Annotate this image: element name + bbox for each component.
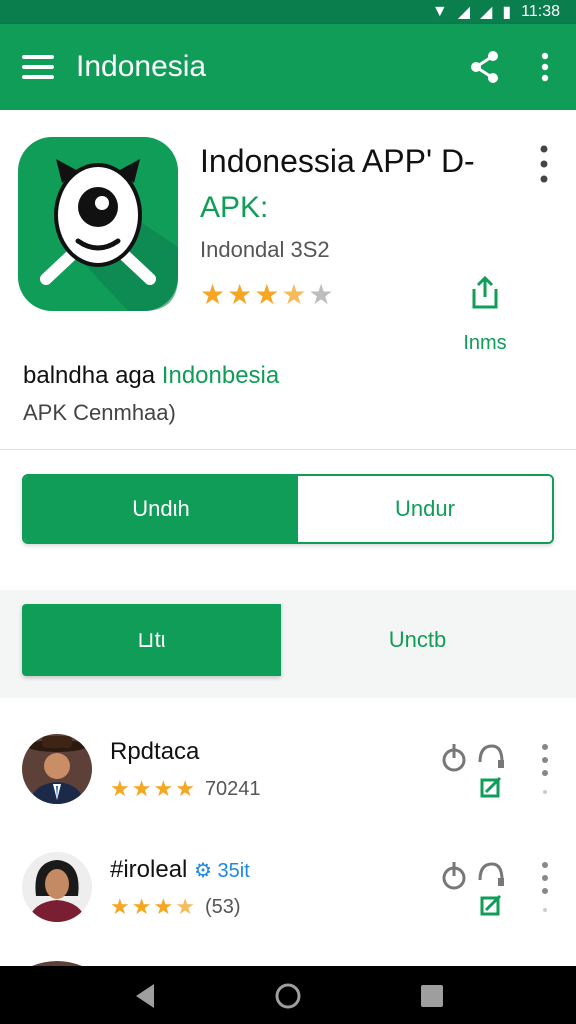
star-icon: ★ (281, 279, 307, 310)
description-line-2: APK Cenmhaa) (23, 400, 176, 425)
star-icon: ★ (200, 279, 226, 310)
more-vert-icon[interactable] (536, 143, 552, 185)
app-bar: Indonesia (0, 24, 576, 110)
battery-icon: ▮ (502, 4, 512, 21)
app-bar-title: Indonesia (76, 50, 207, 83)
system-nav-bar (0, 966, 576, 1024)
share-label: Inms (463, 332, 507, 354)
recents-icon[interactable] (416, 980, 448, 1012)
review-actions (442, 862, 504, 916)
description-highlight: Indonbesia (161, 362, 280, 389)
app-subtitle: APK: (200, 191, 269, 224)
upload-icon (472, 275, 498, 309)
star-icon: ★ (175, 776, 195, 801)
tab-secondary[interactable]: Unctb (281, 604, 554, 676)
app-rating: ★ ★ ★ ★ ★ (200, 278, 334, 311)
status-icons: ▼ ◢ ◢ ▮ 11:38 (432, 2, 560, 22)
wifi-icon: ▼ (431, 3, 448, 20)
status-bar: ▼ ◢ ◢ ▮ 11:38 (0, 0, 576, 24)
verified-badge: ⚙ 35it (194, 860, 250, 882)
divider (0, 449, 576, 450)
description-text: balndha aga (23, 362, 162, 389)
description-line-1: balndha aga Indonbesia (23, 360, 279, 392)
signal-icon: ◢ (457, 4, 471, 21)
menu-icon[interactable] (20, 49, 60, 85)
app-name: Indonessia APP' D- (200, 143, 475, 179)
reviewer-rating: ★ ★ ★ ★ (53) (110, 894, 241, 920)
star-icon: ★ (227, 279, 253, 310)
tab-primary[interactable]: ⊔tι (22, 604, 281, 676)
headset-icon[interactable] (478, 744, 504, 768)
star-icon: ★ (110, 776, 130, 801)
avatar-partial (32, 961, 82, 966)
edit-icon[interactable] (480, 894, 502, 916)
download-button[interactable]: Undιh (24, 476, 298, 542)
review-count: 70241 (204, 777, 261, 800)
home-icon[interactable] (272, 980, 304, 1012)
star-icon: ★ (175, 894, 195, 919)
undur-button[interactable]: Undur (298, 476, 552, 542)
app-header-section: Indonessia APP' D- APK: Indondal 3S2 ★ ★… (0, 110, 576, 450)
app-logo-icon (18, 137, 178, 311)
avatar[interactable] (22, 734, 92, 804)
download-toggle: Undιh Undur (22, 474, 554, 544)
more-vert-icon[interactable] (536, 734, 554, 794)
star-icon: ★ (110, 894, 130, 919)
headset-icon[interactable] (478, 862, 504, 886)
back-icon[interactable] (130, 980, 162, 1012)
review-item: Rpdtaca ★ ★ ★ ★ 70241 (0, 734, 576, 844)
reviewer-name-text: #iroleal (110, 856, 188, 883)
avatar[interactable] (22, 852, 92, 922)
dislike-icon[interactable] (442, 862, 466, 890)
review-count: (53) (204, 895, 241, 918)
tab-bar: ⊔tι Unctb (22, 604, 554, 676)
star-icon: ★ (131, 776, 152, 801)
star-icon: ★ (153, 776, 174, 801)
review-actions (442, 744, 504, 798)
star-icon: ★ (131, 894, 152, 919)
share-action[interactable]: Inms (440, 275, 530, 355)
star-icon: ★ (254, 279, 280, 310)
status-time: 11:38 (521, 3, 560, 20)
reviewer-name: Rpdtaca (110, 738, 200, 765)
more-vert-icon[interactable] (536, 852, 554, 912)
share-icon[interactable] (468, 50, 502, 84)
reviewer-name: #iroleal ⚙ 35it (110, 856, 250, 884)
edit-icon[interactable] (480, 776, 502, 798)
reviewer-rating: ★ ★ ★ ★ 70241 (110, 776, 261, 802)
signal-icon-2: ◢ (480, 4, 493, 21)
dislike-icon[interactable] (442, 744, 466, 772)
star-icon: ★ (153, 894, 174, 919)
star-empty-icon: ★ (308, 279, 334, 310)
review-item: #iroleal ⚙ 35it ★ ★ ★ ★ (53) (0, 852, 576, 962)
app-developer: Indondal 3S2 (200, 237, 330, 262)
more-vert-icon[interactable] (534, 50, 556, 84)
